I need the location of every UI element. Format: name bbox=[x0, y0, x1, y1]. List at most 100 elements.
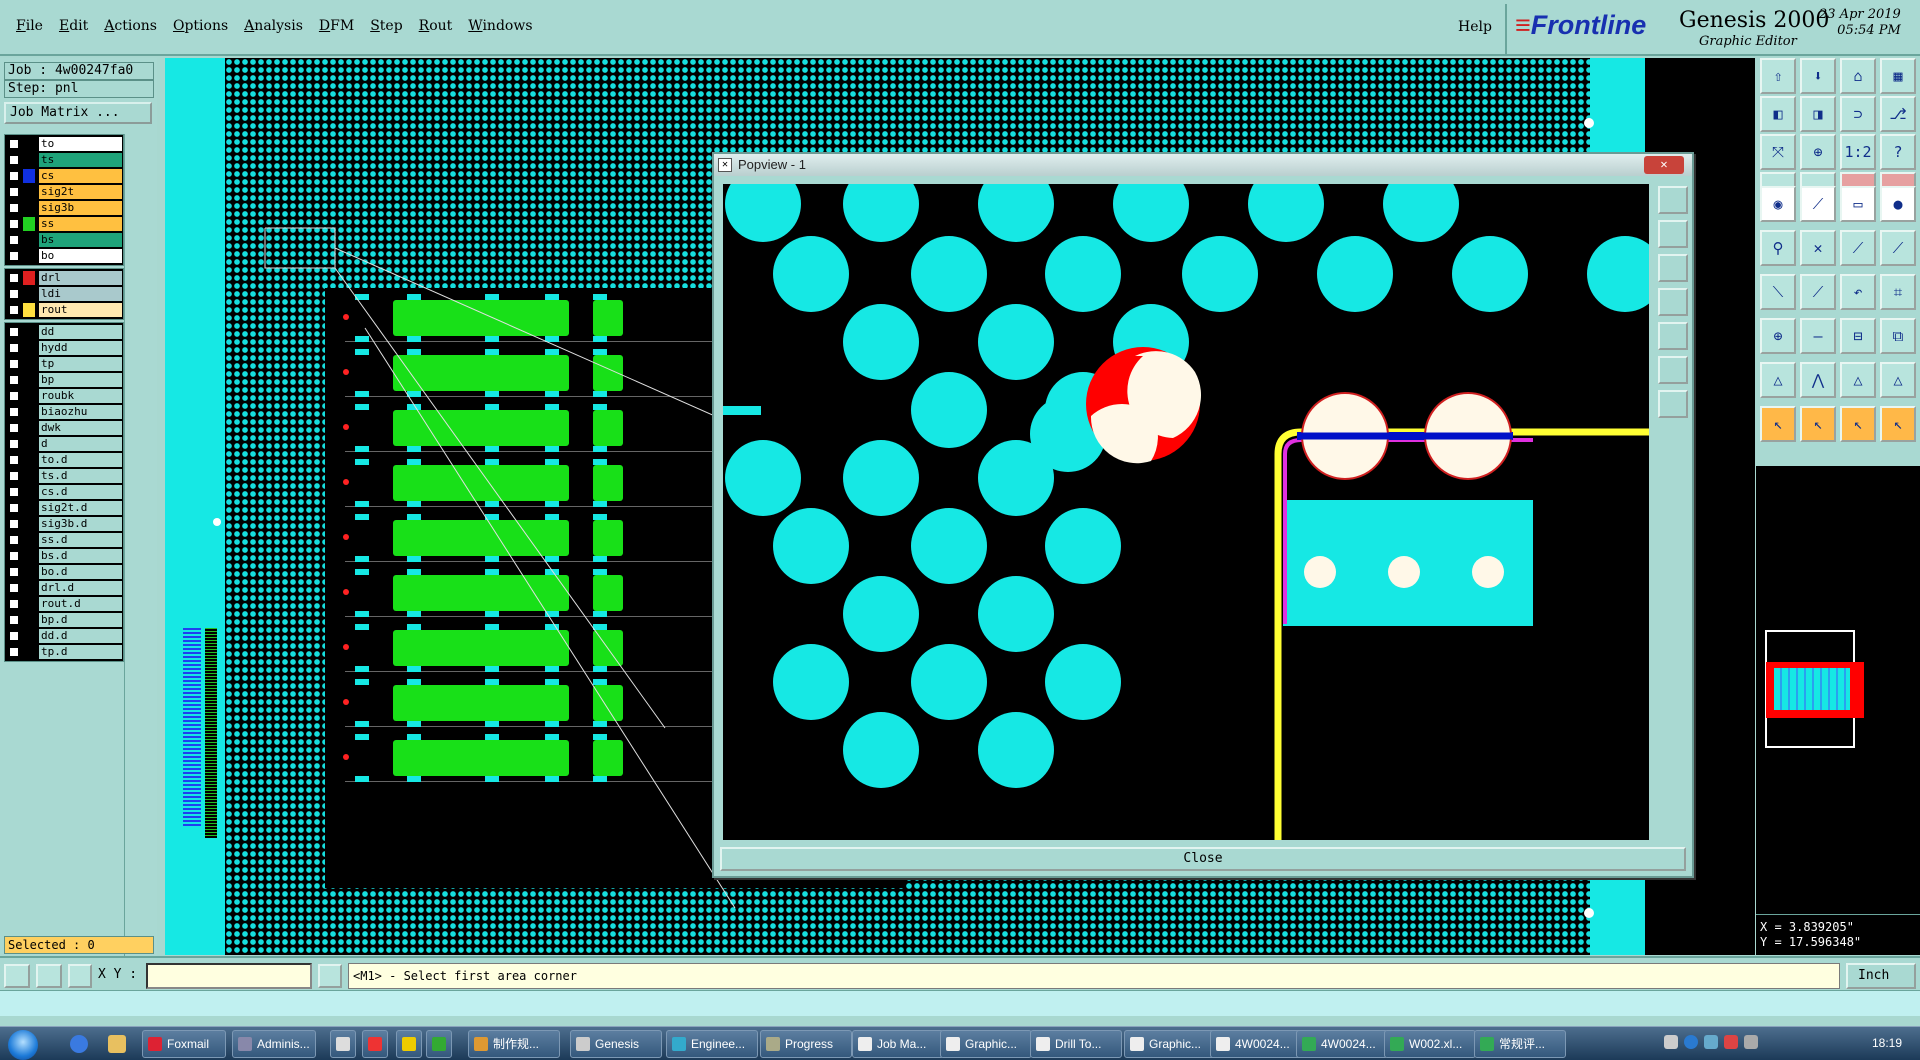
popview-up-icon[interactable] bbox=[1658, 220, 1688, 248]
layer-color-swatch[interactable] bbox=[23, 271, 35, 285]
layer-checkbox[interactable] bbox=[9, 455, 19, 465]
layer-checkbox[interactable] bbox=[9, 273, 19, 283]
layer-checkbox[interactable] bbox=[9, 251, 19, 261]
cross-icon[interactable]: ✕ bbox=[1800, 230, 1836, 266]
layer-row[interactable]: drl bbox=[6, 270, 122, 286]
net-icon[interactable]: ⚲ bbox=[1760, 230, 1796, 266]
snap-grid-icon[interactable] bbox=[68, 964, 92, 988]
layer-row[interactable]: ts bbox=[6, 152, 122, 168]
layer-color-swatch[interactable] bbox=[23, 437, 35, 451]
layer-row[interactable]: bs bbox=[6, 232, 122, 248]
menu-file[interactable]: File bbox=[8, 18, 51, 34]
layer-name[interactable]: ss.d bbox=[39, 533, 122, 547]
layer-row[interactable]: roubk bbox=[6, 388, 122, 404]
pan-left-icon[interactable]: ◧ bbox=[1760, 96, 1796, 132]
layer-color-swatch[interactable] bbox=[23, 517, 35, 531]
layer-row[interactable]: d bbox=[6, 436, 122, 452]
layer-name[interactable]: d bbox=[39, 437, 122, 451]
layer-color-swatch[interactable] bbox=[23, 373, 35, 387]
menu-windows[interactable]: Windows bbox=[460, 18, 540, 34]
layer-checkbox[interactable] bbox=[9, 487, 19, 497]
layer-color-swatch[interactable] bbox=[23, 137, 35, 151]
layer-color-swatch[interactable] bbox=[23, 629, 35, 643]
layer-checkbox[interactable] bbox=[9, 203, 19, 213]
popview-center-icon[interactable] bbox=[1658, 390, 1688, 418]
taskbar-item[interactable] bbox=[362, 1030, 388, 1058]
layer-name[interactable]: sig3b.d bbox=[39, 517, 122, 531]
layer-row[interactable]: cs bbox=[6, 168, 122, 184]
menu-step[interactable]: Step bbox=[362, 18, 410, 34]
layer-row[interactable]: biaozhu bbox=[6, 404, 122, 420]
layer-checkbox[interactable] bbox=[9, 171, 19, 181]
taskbar-item[interactable]: 制作规... bbox=[468, 1030, 560, 1058]
pointer4-icon[interactable]: ↖ bbox=[1880, 406, 1916, 442]
layer-row[interactable]: bo.d bbox=[6, 564, 122, 580]
layer-color-swatch[interactable] bbox=[23, 325, 35, 339]
layer-color-swatch[interactable] bbox=[23, 357, 35, 371]
layer-name[interactable]: dwk bbox=[39, 421, 122, 435]
layer-row[interactable]: ss bbox=[6, 216, 122, 232]
layer-name[interactable]: dd bbox=[39, 325, 122, 339]
layer-row[interactable]: to.d bbox=[6, 452, 122, 468]
menu-actions[interactable]: Actions bbox=[96, 18, 165, 34]
start-button[interactable] bbox=[8, 1030, 38, 1060]
layer-color-swatch[interactable] bbox=[23, 217, 35, 231]
layer-name[interactable]: ts.d bbox=[39, 469, 122, 483]
menu-edit[interactable]: Edit bbox=[51, 18, 96, 34]
ratio-icon[interactable]: 1:2 bbox=[1840, 134, 1876, 170]
layer-row[interactable]: rout bbox=[6, 302, 122, 318]
triangle-red-icon[interactable]: △ bbox=[1840, 362, 1876, 398]
layer-up-icon[interactable]: ⬇ bbox=[1800, 58, 1836, 94]
layer-checkbox[interactable] bbox=[9, 599, 19, 609]
fit-icon[interactable]: ⤧ bbox=[1760, 134, 1796, 170]
taskbar-item[interactable]: Graphic... bbox=[1124, 1030, 1216, 1058]
layer-name[interactable]: sig2t bbox=[39, 185, 122, 199]
popview-close-button[interactable]: Close bbox=[720, 847, 1686, 871]
popview-left-icon[interactable] bbox=[1658, 288, 1688, 316]
layer-checkbox[interactable] bbox=[9, 343, 19, 353]
layer-color-swatch[interactable] bbox=[23, 405, 35, 419]
taskbar-item[interactable]: Adminis... bbox=[232, 1030, 316, 1058]
popview-right-icon[interactable] bbox=[1658, 322, 1688, 350]
layer-name[interactable]: to bbox=[39, 137, 122, 151]
layer-color-swatch[interactable] bbox=[23, 597, 35, 611]
layer-name[interactable]: biaozhu bbox=[39, 405, 122, 419]
tray-network-icon[interactable] bbox=[1704, 1035, 1718, 1049]
taskbar-item[interactable]: Graphic... bbox=[940, 1030, 1032, 1058]
layer-name[interactable]: dd.d bbox=[39, 629, 122, 643]
flow-icon[interactable]: ⎇ bbox=[1880, 96, 1916, 132]
line-cut-icon[interactable]: — bbox=[1800, 318, 1836, 354]
layer-row[interactable]: drl.d bbox=[6, 580, 122, 596]
layer-checkbox[interactable] bbox=[9, 219, 19, 229]
layer-checkbox[interactable] bbox=[9, 551, 19, 561]
layer-row[interactable]: bp.d bbox=[6, 612, 122, 628]
layer-color-swatch[interactable] bbox=[23, 287, 35, 301]
window-split-icon[interactable]: ▦ bbox=[1880, 58, 1916, 94]
layer-row[interactable]: sig2t bbox=[6, 184, 122, 200]
taskbar-item[interactable]: Genesis bbox=[570, 1030, 662, 1058]
layer-color-swatch[interactable] bbox=[23, 185, 35, 199]
line-angle-icon[interactable]: ⟋ bbox=[1880, 230, 1916, 266]
pan-right-icon[interactable]: ◨ bbox=[1800, 96, 1836, 132]
layer-color-swatch[interactable] bbox=[23, 421, 35, 435]
layer-checkbox[interactable] bbox=[9, 503, 19, 513]
layer-name[interactable]: bo bbox=[39, 249, 122, 263]
tray-keyboard-icon[interactable] bbox=[1664, 1035, 1678, 1049]
taskbar-item[interactable]: W002.xl... bbox=[1384, 1030, 1476, 1058]
ruler-icon[interactable]: ▭ bbox=[1840, 186, 1876, 222]
layer-row[interactable]: rout.d bbox=[6, 596, 122, 612]
layer-checkbox[interactable] bbox=[9, 359, 19, 369]
layer-checkbox[interactable] bbox=[9, 423, 19, 433]
layer-name[interactable]: bs.d bbox=[39, 549, 122, 563]
snap-angle-icon[interactable] bbox=[36, 964, 62, 988]
triangle-icon[interactable]: △ bbox=[1760, 362, 1796, 398]
layer-name[interactable]: bp bbox=[39, 373, 122, 387]
layer-color-swatch[interactable] bbox=[23, 501, 35, 515]
layer-checkbox[interactable] bbox=[9, 567, 19, 577]
layer-checkbox[interactable] bbox=[9, 407, 19, 417]
layer-name[interactable]: to.d bbox=[39, 453, 122, 467]
pointer3-icon[interactable]: ↖ bbox=[1840, 406, 1876, 442]
tray-help-icon[interactable] bbox=[1684, 1035, 1698, 1049]
layer-checkbox[interactable] bbox=[9, 187, 19, 197]
layer-color-swatch[interactable] bbox=[23, 201, 35, 215]
